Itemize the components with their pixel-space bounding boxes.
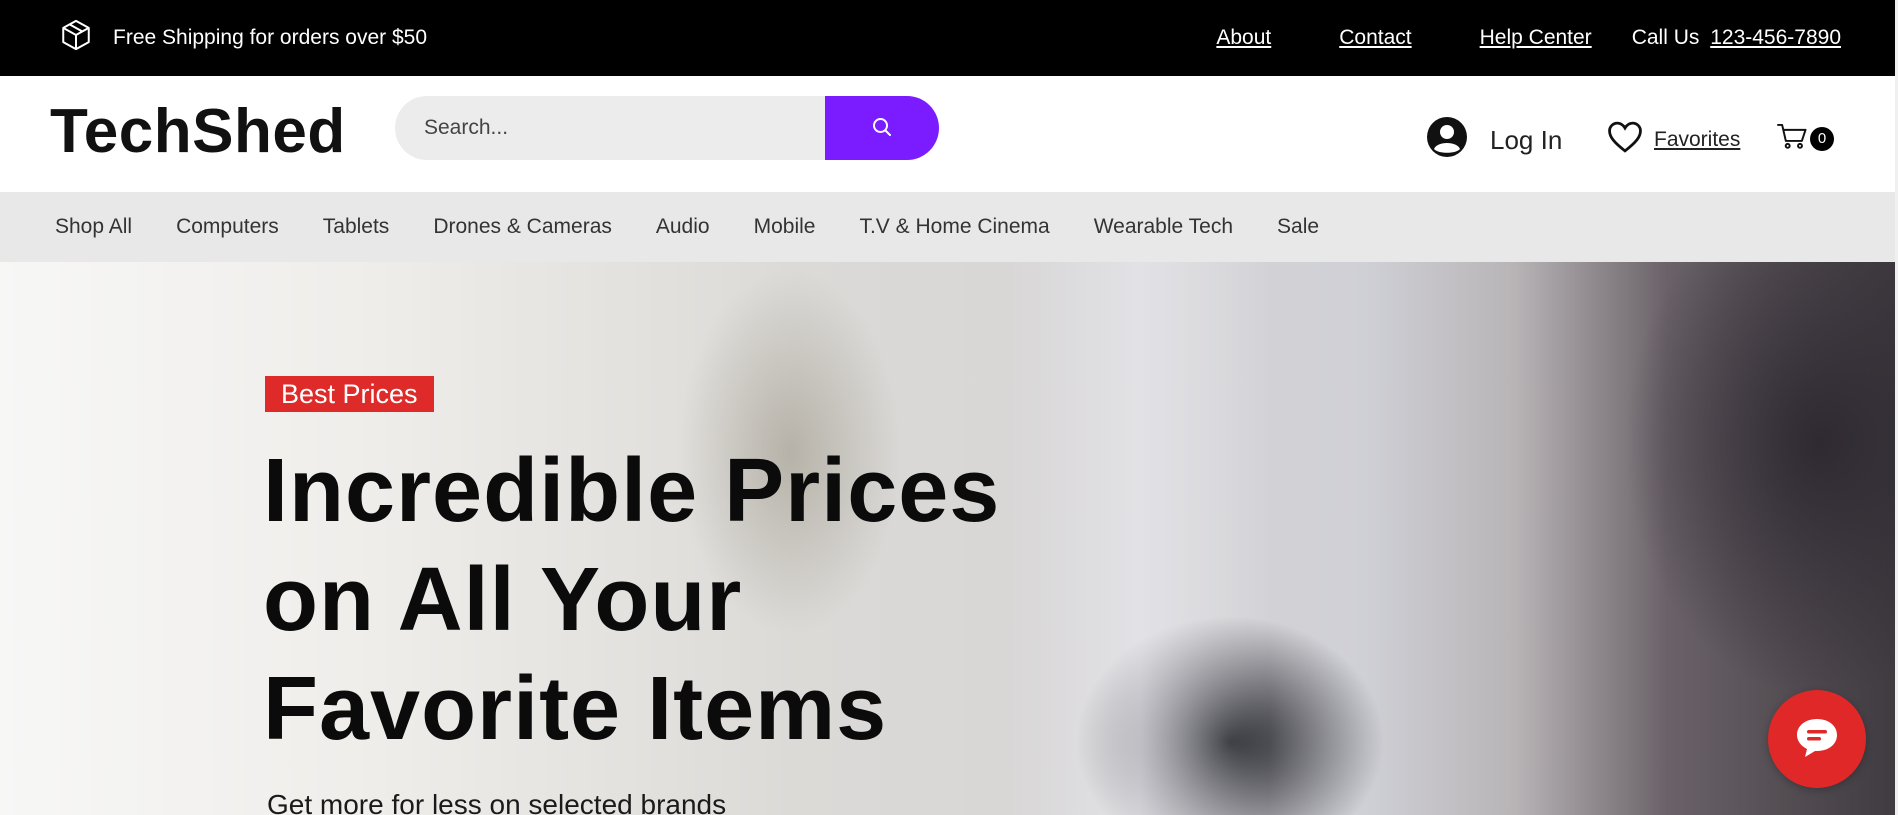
favorites-link[interactable]: Favorites (1606, 120, 1740, 160)
nav-item-tv-home-cinema[interactable]: T.V & Home Cinema (859, 215, 1049, 239)
cart-icon (1776, 122, 1808, 155)
hero-title: Incredible Prices on All Your Favorite I… (263, 437, 1023, 764)
hero-banner: Best Prices Incredible Prices on All You… (0, 262, 1895, 815)
phone-link[interactable]: 123-456-7890 (1710, 26, 1841, 49)
search-bar (395, 96, 939, 160)
login-label: Log In (1490, 125, 1563, 155)
nav-item-shop-all[interactable]: Shop All (55, 215, 132, 239)
favorites-label: Favorites (1654, 128, 1741, 151)
nav-item-sale[interactable]: Sale (1277, 215, 1319, 239)
page: Free Shipping for orders over $50 About … (0, 0, 1898, 815)
box-icon (59, 18, 93, 58)
nav-item-mobile[interactable]: Mobile (754, 215, 816, 239)
hero-background (1010, 262, 1270, 815)
cart-count-badge: 0 (1810, 126, 1834, 151)
cart-button[interactable]: 0 (1776, 122, 1834, 155)
nav-item-tablets[interactable]: Tablets (323, 215, 390, 239)
nav-item-drones-cameras[interactable]: Drones & Cameras (433, 215, 612, 239)
site-logo[interactable]: TechShed (50, 96, 346, 167)
hero-title-line-3: Favorite Items (263, 659, 888, 759)
call-us: Call Us 123-456-7890 (1632, 26, 1841, 50)
shipping-text: Free Shipping for orders over $50 (113, 26, 428, 49)
nav-item-audio[interactable]: Audio (656, 215, 710, 239)
hero-title-line-2: on All Your (263, 550, 743, 650)
contact-link[interactable]: Contact (1339, 26, 1411, 50)
help-center-link[interactable]: Help Center (1480, 26, 1592, 50)
hero-subtitle: Get more for less on selected brands (267, 789, 727, 815)
chat-icon (1793, 715, 1841, 764)
nav-item-wearable-tech[interactable]: Wearable Tech (1094, 215, 1233, 239)
category-nav: Shop All Computers Tablets Drones & Came… (0, 192, 1895, 262)
site-header: TechShed Log In (0, 76, 1895, 192)
nav-item-computers[interactable]: Computers (176, 215, 279, 239)
user-icon (1426, 116, 1468, 165)
call-label: Call Us (1631, 26, 1700, 49)
heart-icon (1606, 120, 1644, 160)
top-links: About Contact Help Center Call Us 123-45… (1148, 26, 1841, 50)
announcement-bar: Free Shipping for orders over $50 About … (0, 0, 1895, 76)
best-prices-badge: Best Prices (265, 376, 434, 412)
search-input[interactable] (395, 96, 825, 160)
search-button[interactable] (825, 96, 939, 160)
login-button[interactable]: Log In (1426, 116, 1562, 165)
shipping-notice: Free Shipping for orders over $50 (59, 18, 427, 58)
hero-title-line-1: Incredible Prices (263, 441, 1001, 541)
about-link[interactable]: About (1216, 26, 1271, 50)
search-icon (870, 115, 894, 142)
chat-button[interactable] (1768, 690, 1866, 788)
